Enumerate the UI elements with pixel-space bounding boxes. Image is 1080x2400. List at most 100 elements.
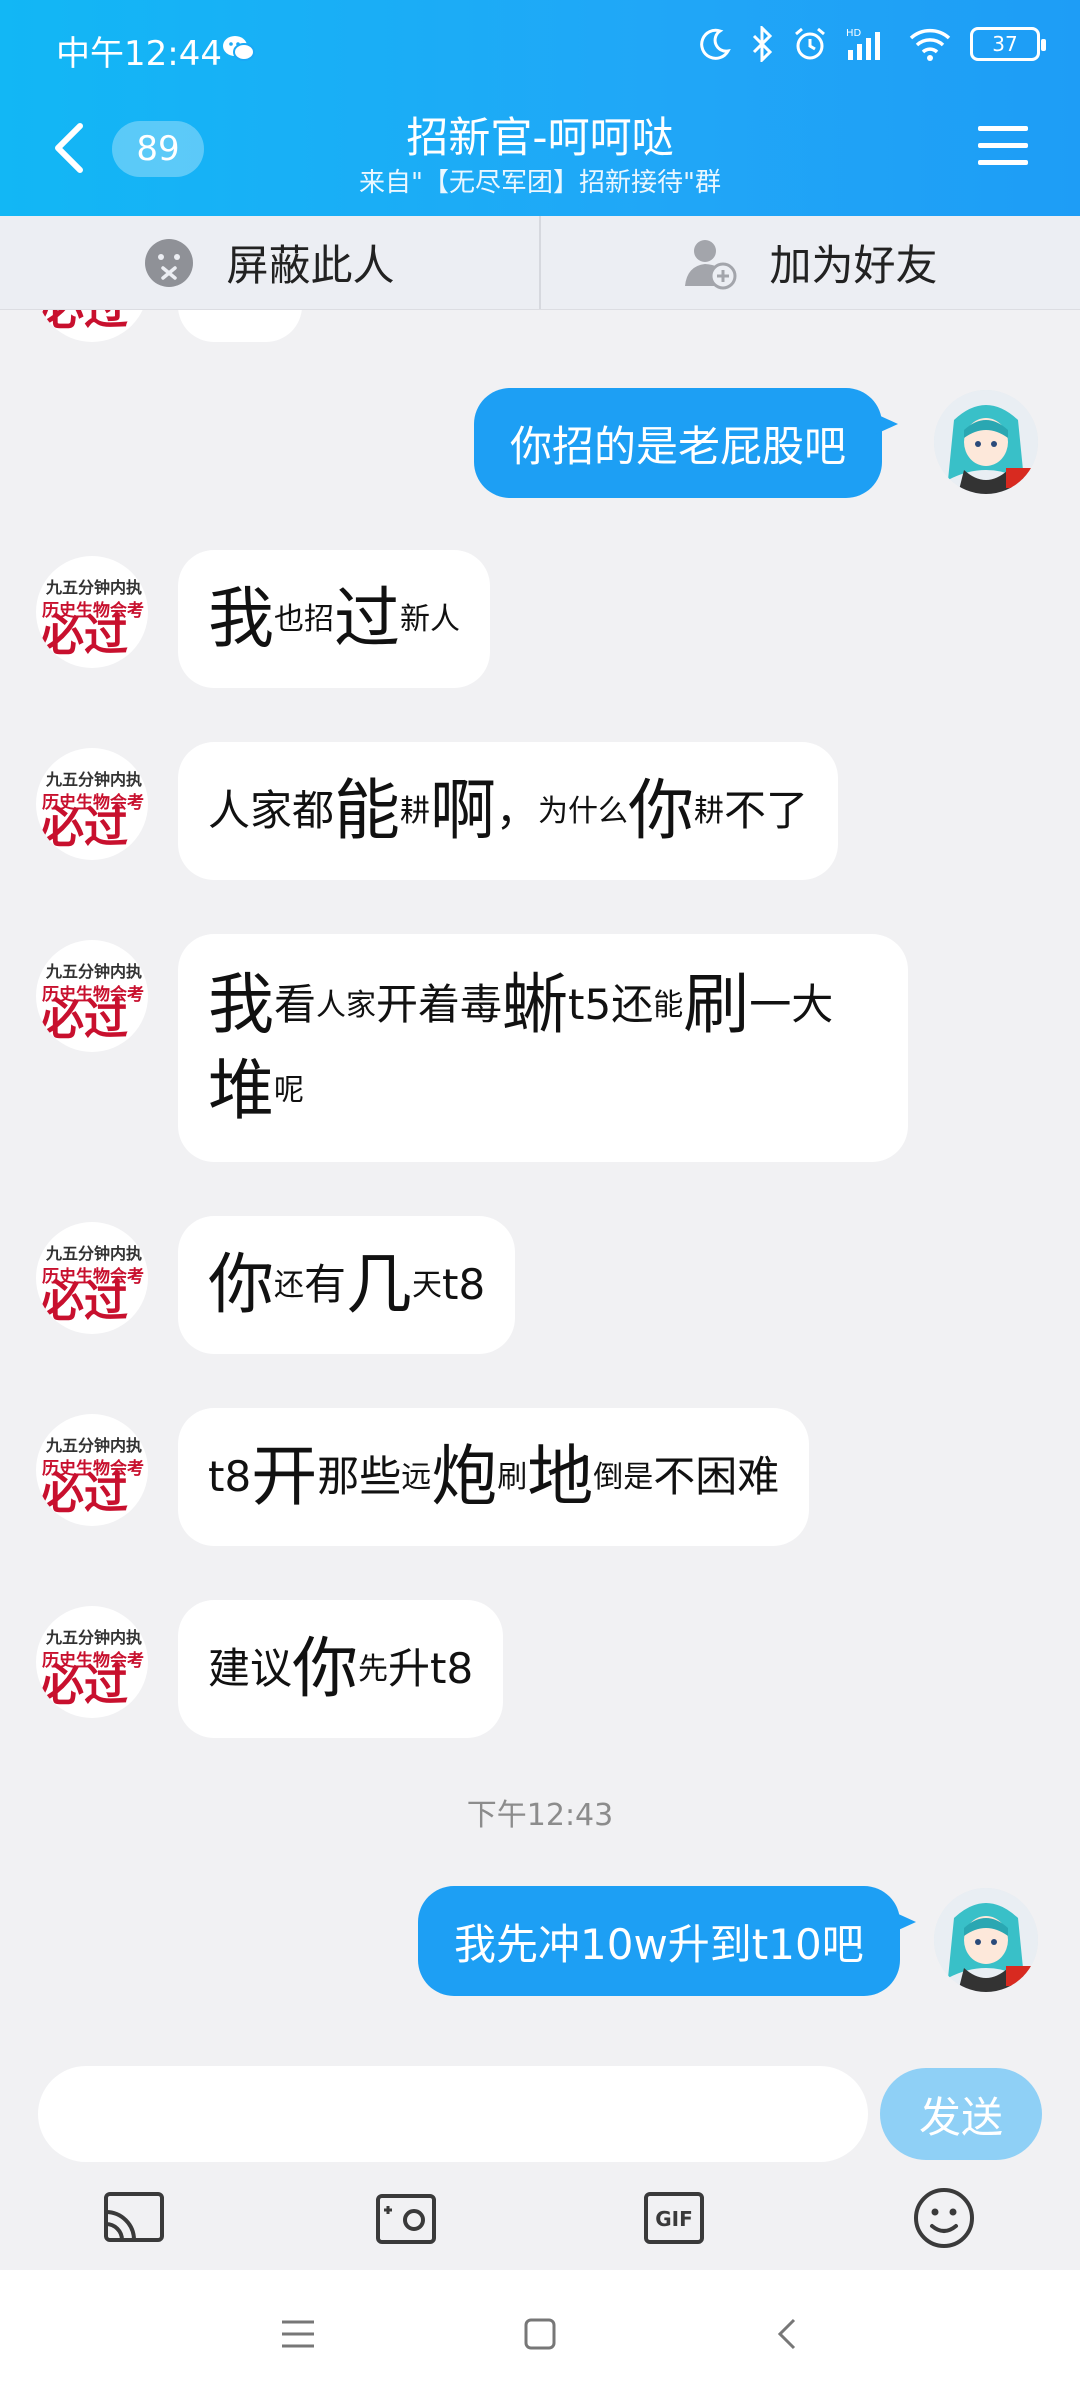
message-text: 人家 (316, 987, 377, 1023)
anime-avatar-icon (934, 1888, 1038, 1992)
message-bubble-incoming[interactable]: 我看人家 开着毒蜥 t5还能刷一大堆呢 (178, 934, 908, 1162)
message-text: 还 (274, 1267, 304, 1303)
timestamp-separator: 下午12:43 (466, 1798, 614, 1833)
back-nav-icon[interactable] (766, 2312, 810, 2356)
menu-icon[interactable] (976, 122, 1030, 170)
avatar-text: 必过 (40, 310, 128, 332)
avatar-text: 必过 (40, 610, 128, 661)
message-text: 呢 (274, 1073, 304, 1109)
home-icon[interactable] (518, 2312, 562, 2356)
message-text: t8 (208, 1451, 252, 1501)
message-text: 看 (274, 979, 317, 1029)
message-text: 你招的是老屁股吧 (510, 421, 847, 471)
chat-title: 招新官-呵呵哒 (406, 113, 674, 162)
message-text: 天 (412, 1267, 443, 1303)
message-text: 为什么 (538, 793, 629, 829)
sender-avatar[interactable]: 九五分钟内执 历史生物会考 必过 (36, 1414, 148, 1526)
message-text: 能 (653, 987, 684, 1023)
avatar-text: 必过 (40, 1660, 128, 1711)
chat-message-list[interactable]: 必过 你招的是老屁股吧 九五分钟内执 历史生物会考 必过 我也招过新人 九五分钟… (0, 310, 1080, 2040)
message-text: 先 (358, 1651, 389, 1687)
message-text: 耕 (400, 793, 431, 829)
avatar-text: 必过 (40, 1276, 128, 1327)
svg-text:GIF: GIF (655, 2207, 693, 2231)
sender-avatar[interactable]: 九五分钟内执 历史生物会考 必过 (36, 940, 148, 1052)
add-friend-button[interactable]: 加为好友 (541, 216, 1080, 309)
message-bubble-incoming[interactable]: 你还有几天 t8 (178, 1216, 516, 1354)
avatar-text: 必过 (40, 994, 128, 1045)
avatar-text: 必过 (40, 802, 128, 853)
add-friend-icon (685, 239, 737, 289)
battery-indicator: 37 (970, 27, 1046, 61)
message-text: 我先冲10w升到t10吧 (454, 1919, 864, 1969)
message-text: t5还 (568, 979, 654, 1029)
message-text: 刷 (683, 966, 750, 1044)
message-text: 过 (334, 580, 400, 658)
message-text: 你 (628, 772, 695, 850)
message-text: 我 (208, 580, 274, 658)
message-text: 远 (401, 1459, 432, 1495)
message-text: 耕 (694, 793, 725, 829)
message-text: 开 (251, 1438, 318, 1516)
message-text: 几 (346, 1246, 413, 1324)
message-text: 倒是 (593, 1459, 654, 1495)
my-avatar[interactable] (934, 390, 1038, 494)
avatar-text: 必过 (40, 1468, 128, 1519)
message-text: 蜥 (502, 966, 569, 1044)
message-text: 不了 (724, 785, 809, 835)
block-user-button[interactable]: 屏蔽此人 (0, 216, 539, 309)
chat-header: 中午12:44 HD 37 89 招新官-呵呵哒 来自"【无尽军团】招新接待"群 (0, 0, 1080, 216)
emoji-icon[interactable] (910, 2184, 978, 2252)
cellular-signal-icon: HD (846, 28, 880, 60)
message-bubble-incoming[interactable]: 人家都能耕啊，为什么你耕不了 (178, 742, 839, 880)
message-bubble-incoming[interactable]: t8 开那些远炮刷地倒是 不困难 (178, 1408, 810, 1546)
screen-cast-icon[interactable] (100, 2184, 168, 2252)
sender-avatar[interactable]: 九五分钟内执 历史生物会考 必过 (36, 556, 148, 668)
message-text: 你 (292, 1630, 359, 1708)
message-bubble-outgoing[interactable]: 你招的是老屁股吧 (474, 388, 899, 498)
gif-icon[interactable]: GIF (640, 2184, 708, 2252)
message-input[interactable] (38, 2066, 868, 2162)
avatar-text: 九五分钟内执 (46, 578, 143, 597)
chat-subtitle: 来自"【无尽军团】招新接待"群 (359, 168, 721, 198)
recent-apps-icon[interactable] (276, 2312, 320, 2356)
message-text: ， (496, 785, 539, 835)
status-time: 中午12:44 (56, 34, 222, 74)
message-text: 人家都 (208, 785, 335, 835)
stranger-action-bar: 屏蔽此人 加为好友 (0, 216, 1080, 310)
avatar-text: 九五分钟内执 (46, 1244, 143, 1263)
message-text: 你 (208, 1246, 274, 1324)
send-button[interactable]: 发送 (880, 2068, 1042, 2160)
message-text: 我 (208, 966, 274, 1044)
sender-avatar[interactable]: 必过 (36, 310, 148, 342)
my-avatar[interactable] (934, 1888, 1038, 1992)
block-user-label: 屏蔽此人 (226, 241, 395, 290)
message-text: 地 (527, 1438, 594, 1516)
bluetooth-icon (752, 26, 773, 62)
message-text: 升t8 (388, 1643, 474, 1693)
sender-avatar[interactable]: 九五分钟内执 历史生物会考 必过 (36, 1606, 148, 1718)
moon-icon (700, 28, 731, 60)
message-text: 不困难 (653, 1451, 780, 1501)
avatar-text: 九五分钟内执 (46, 1628, 143, 1647)
message-bubble-outgoing[interactable]: 我先冲10w升到t10吧 (418, 1886, 916, 1996)
sender-avatar[interactable]: 九五分钟内执 历史生物会考 必过 (36, 748, 148, 860)
message-bubble-incoming[interactable] (178, 310, 302, 342)
status-bar: 中午12:44 HD 37 (0, 0, 1080, 100)
svg-text:HD: HD (846, 28, 862, 39)
block-face-icon (145, 238, 194, 287)
message-composer: 发送 GIF (0, 2040, 1080, 2270)
message-text: 也招 (274, 601, 334, 637)
add-friend-label: 加为好友 (769, 241, 938, 290)
avatar-text: 九五分钟内执 (46, 770, 143, 789)
alarm-icon (795, 27, 825, 60)
status-icons: HD 37 (698, 26, 1046, 62)
message-bubble-incoming[interactable]: 我也招过新人 (178, 550, 490, 688)
sender-avatar[interactable]: 九五分钟内执 历史生物会考 必过 (36, 1222, 148, 1334)
message-text: 一大 (749, 979, 834, 1029)
photo-icon[interactable] (372, 2184, 440, 2252)
message-bubble-incoming[interactable]: 建议你先升t8 (178, 1600, 504, 1738)
message-text: t8 (442, 1259, 486, 1309)
anime-avatar-icon (934, 390, 1038, 494)
message-text: 建议 (208, 1643, 293, 1693)
